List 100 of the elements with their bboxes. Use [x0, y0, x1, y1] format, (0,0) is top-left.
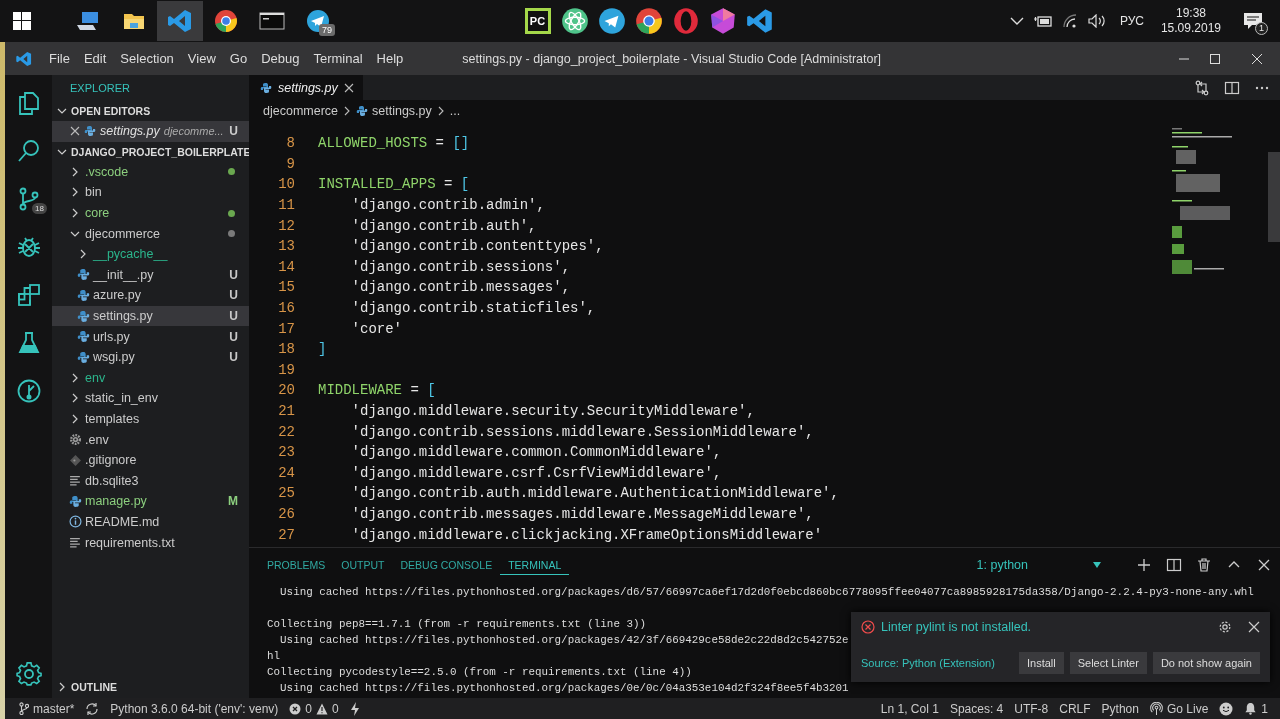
extensions-icon	[15, 282, 42, 308]
activity-button[interactable]: 18	[5, 175, 52, 223]
close-icon[interactable]	[70, 126, 80, 137]
taskbar-button[interactable]: 79	[295, 1, 341, 41]
smiley-icon[interactable]	[1219, 701, 1234, 716]
tree-item[interactable]: manage.py M	[52, 491, 249, 512]
taskbar-button[interactable]: PC	[519, 1, 556, 41]
tree-item[interactable]: .env	[52, 429, 249, 450]
notifications-button[interactable]: 1	[1244, 701, 1268, 716]
tree-item[interactable]: bin	[52, 182, 249, 203]
branch-icon	[19, 702, 29, 715]
section-header[interactable]: OUTLINE	[52, 676, 249, 698]
terminal-dropdown[interactable]: 1: python	[976, 558, 1102, 572]
close-icon	[1251, 52, 1263, 65]
problems-indicator[interactable]: 0 0	[289, 701, 339, 716]
close-icon[interactable]	[1256, 557, 1272, 573]
go-live-button[interactable]: Go Live	[1149, 701, 1209, 716]
breadcrumb-item[interactable]: djecommerce	[263, 104, 339, 118]
python-icon	[76, 350, 90, 364]
notification-count: 1	[1261, 701, 1268, 716]
status-item[interactable]: UTF-8	[1014, 701, 1049, 716]
line-number: 18	[277, 341, 295, 358]
tree-item[interactable]: requirements.txt	[52, 532, 249, 553]
git-status: U	[229, 124, 238, 139]
tree-item[interactable]: README.md	[52, 511, 249, 533]
close-icon[interactable]	[1248, 621, 1260, 633]
status-item[interactable]: Python	[1101, 701, 1139, 716]
tree-item[interactable]: urls.py U	[52, 326, 249, 347]
status-item[interactable]: Spaces: 4	[949, 701, 1004, 716]
menu-item[interactable]: File	[42, 42, 77, 75]
compare-icon[interactable]	[1194, 79, 1210, 96]
line-number: 9	[285, 155, 295, 172]
git-status: M	[228, 494, 238, 509]
line-number: 14	[277, 258, 295, 275]
line-number: 25	[277, 485, 295, 502]
browser-icon	[633, 6, 664, 36]
chevron-up-icon[interactable]	[1009, 16, 1024, 26]
menu-item[interactable]: Edit	[76, 42, 114, 75]
menu-item[interactable]: Terminal	[306, 42, 370, 75]
menu-item[interactable]: View	[180, 42, 223, 75]
split-editor-icon[interactable]	[1224, 79, 1240, 96]
battery-icon[interactable]	[1032, 14, 1053, 28]
interpreter-indicator[interactable]: Python 3.6.0 64-bit ('env': venv)	[110, 701, 279, 716]
split-terminal-icon[interactable]	[1166, 557, 1182, 573]
wifi-icon[interactable]	[1061, 14, 1078, 28]
sync-icon[interactable]	[85, 701, 100, 716]
git-status: U	[229, 309, 238, 324]
code-line: ALLOWED_HOSTS = []	[318, 135, 470, 152]
tree-item[interactable]: env	[52, 367, 249, 389]
notification-button[interactable]: Select Linter	[1069, 652, 1147, 674]
status-item[interactable]: CRLF	[1059, 701, 1091, 716]
editor-tab[interactable]: settings.py	[249, 75, 363, 100]
menu-item[interactable]: Go	[222, 42, 255, 75]
panel-tab[interactable]: PROBLEMS	[259, 548, 334, 582]
code-line: 'django.contrib.messages',	[350, 279, 571, 296]
branch-indicator[interactable]: master*	[19, 701, 75, 716]
lightning-icon[interactable]	[349, 701, 360, 716]
close-icon[interactable]	[343, 82, 354, 93]
menu-item[interactable]: Selection	[113, 42, 181, 75]
clock[interactable]: 19:38 15.09.2019	[1160, 6, 1221, 36]
bell-icon	[1244, 702, 1258, 715]
tree-item[interactable]: __pycache__	[52, 243, 249, 265]
panel-tab[interactable]: OUTPUT	[333, 548, 393, 582]
plus-icon[interactable]	[1136, 557, 1152, 573]
tree-item[interactable]: templates	[52, 408, 249, 430]
tree-item[interactable]: .vscode	[52, 161, 249, 183]
scrollbar[interactable]	[1268, 152, 1280, 242]
tree-item[interactable]: static_in_env	[52, 388, 249, 409]
line-number: 15	[277, 279, 295, 296]
language-indicator[interactable]: РУС	[1119, 14, 1144, 28]
notification-button[interactable]: Install	[1018, 652, 1064, 674]
item-name: .vscode	[85, 164, 130, 179]
menu-item[interactable]: Debug	[254, 42, 307, 75]
breadcrumb-item[interactable]: settings.py	[372, 104, 432, 118]
item-name: urls.py	[93, 329, 131, 344]
error-icon	[289, 702, 302, 715]
breadcrumb-item[interactable]: ...	[449, 104, 461, 118]
status-item[interactable]: Ln 1, Col 1	[880, 701, 939, 716]
tree-item[interactable]: __init__.py U	[52, 264, 249, 286]
open-editor-item[interactable]: settings.py djecomme... U	[52, 121, 249, 142]
panel-tab[interactable]: DEBUG CONSOLE	[392, 548, 501, 582]
trash-icon[interactable]	[1196, 557, 1212, 573]
section-header[interactable]: DJANGO_PROJECT_BOILERPLATE	[52, 141, 249, 162]
tree-item[interactable]: core	[52, 202, 249, 224]
tree-item[interactable]: .gitignore	[52, 449, 249, 471]
tree-item[interactable]: db.sqlite3	[52, 470, 249, 492]
settings-icon[interactable]	[1218, 620, 1232, 634]
tree-item[interactable]: azure.py U	[52, 285, 249, 306]
tree-item[interactable]: settings.py U	[52, 305, 249, 327]
panel-tab[interactable]: TERMINAL	[500, 555, 570, 575]
action-center-button[interactable]: 1	[1236, 6, 1270, 36]
item-name: static_in_env	[85, 391, 159, 406]
error-icon	[861, 620, 875, 634]
code-line: 'django.middleware.clickjacking.XFrameOptionsMiddleware'	[350, 526, 823, 543]
section-header[interactable]: OPEN EDITORS	[52, 101, 249, 121]
notification-button[interactable]: Do not show again	[1152, 652, 1260, 674]
menu-item[interactable]: Help	[369, 42, 411, 75]
volume-icon[interactable]	[1086, 14, 1107, 28]
tree-item[interactable]: djecommerce	[52, 223, 249, 244]
tree-item[interactable]: wsgi.py U	[52, 346, 249, 368]
